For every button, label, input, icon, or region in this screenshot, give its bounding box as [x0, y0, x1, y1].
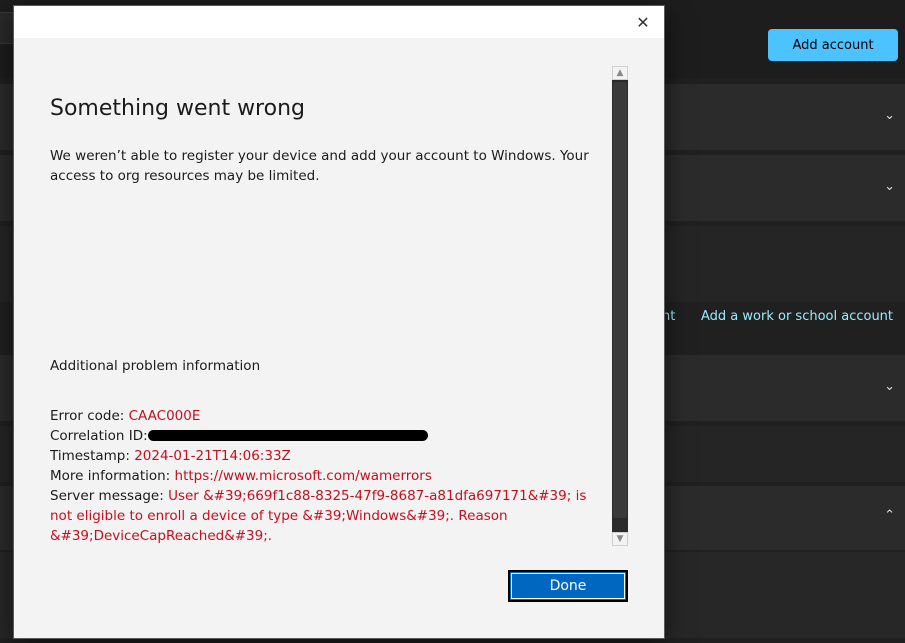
dialog-content: Something went wrong We weren’t able to … [50, 38, 612, 598]
correlation-id-label: Correlation ID: [50, 428, 148, 444]
error-code-row: Error code: CAAC000E [50, 406, 610, 426]
more-info-link[interactable]: https://www.microsoft.com/wamerrors [175, 468, 432, 484]
add-work-school-account-link[interactable]: Add a work or school account [701, 309, 893, 324]
correlation-id-redacted [147, 429, 428, 441]
add-account-link-partial[interactable]: nt [662, 309, 675, 324]
close-icon[interactable]: ✕ [630, 10, 656, 34]
correlation-id-row: Correlation ID: [50, 426, 610, 446]
timestamp-label: Timestamp: [50, 448, 135, 464]
chevron-down-icon: ⌄ [884, 108, 895, 123]
more-info-label: More information: [50, 468, 175, 484]
chevron-down-icon: ⌄ [884, 379, 895, 394]
dialog-title: Something went wrong [50, 96, 305, 121]
error-code-label: Error code: [50, 408, 129, 424]
scroll-down-icon[interactable]: ▼ [612, 532, 628, 546]
vertical-scrollbar[interactable]: ▲ ▼ [612, 66, 628, 546]
server-message-row: Server message: User &#39;669f1c88-8325-… [50, 486, 610, 546]
error-message: We weren’t able to register your device … [50, 148, 589, 184]
additional-info-heading: Additional problem information [50, 358, 261, 374]
server-message-label: Server message: [50, 488, 169, 504]
chevron-down-icon: ⌄ [884, 179, 895, 194]
scroll-thumb[interactable] [613, 82, 627, 518]
done-button[interactable]: Done [508, 570, 628, 602]
error-code-value: CAAC000E [128, 408, 201, 424]
error-dialog: ✕ Something went wrong We weren’t able t… [14, 6, 664, 638]
timestamp-value: 2024-01-21T14:06:33Z [134, 448, 291, 464]
timestamp-row: Timestamp: 2024-01-21T14:06:33Z [50, 446, 610, 466]
add-account-button[interactable]: Add account [768, 29, 898, 61]
more-info-row: More information: https://www.microsoft.… [50, 466, 610, 486]
dialog-titlebar: ✕ [14, 6, 664, 38]
problem-details: Error code: CAAC000E Correlation ID: Tim… [50, 406, 610, 546]
scroll-up-icon[interactable]: ▲ [612, 66, 628, 80]
chevron-up-icon: ⌃ [884, 508, 895, 523]
